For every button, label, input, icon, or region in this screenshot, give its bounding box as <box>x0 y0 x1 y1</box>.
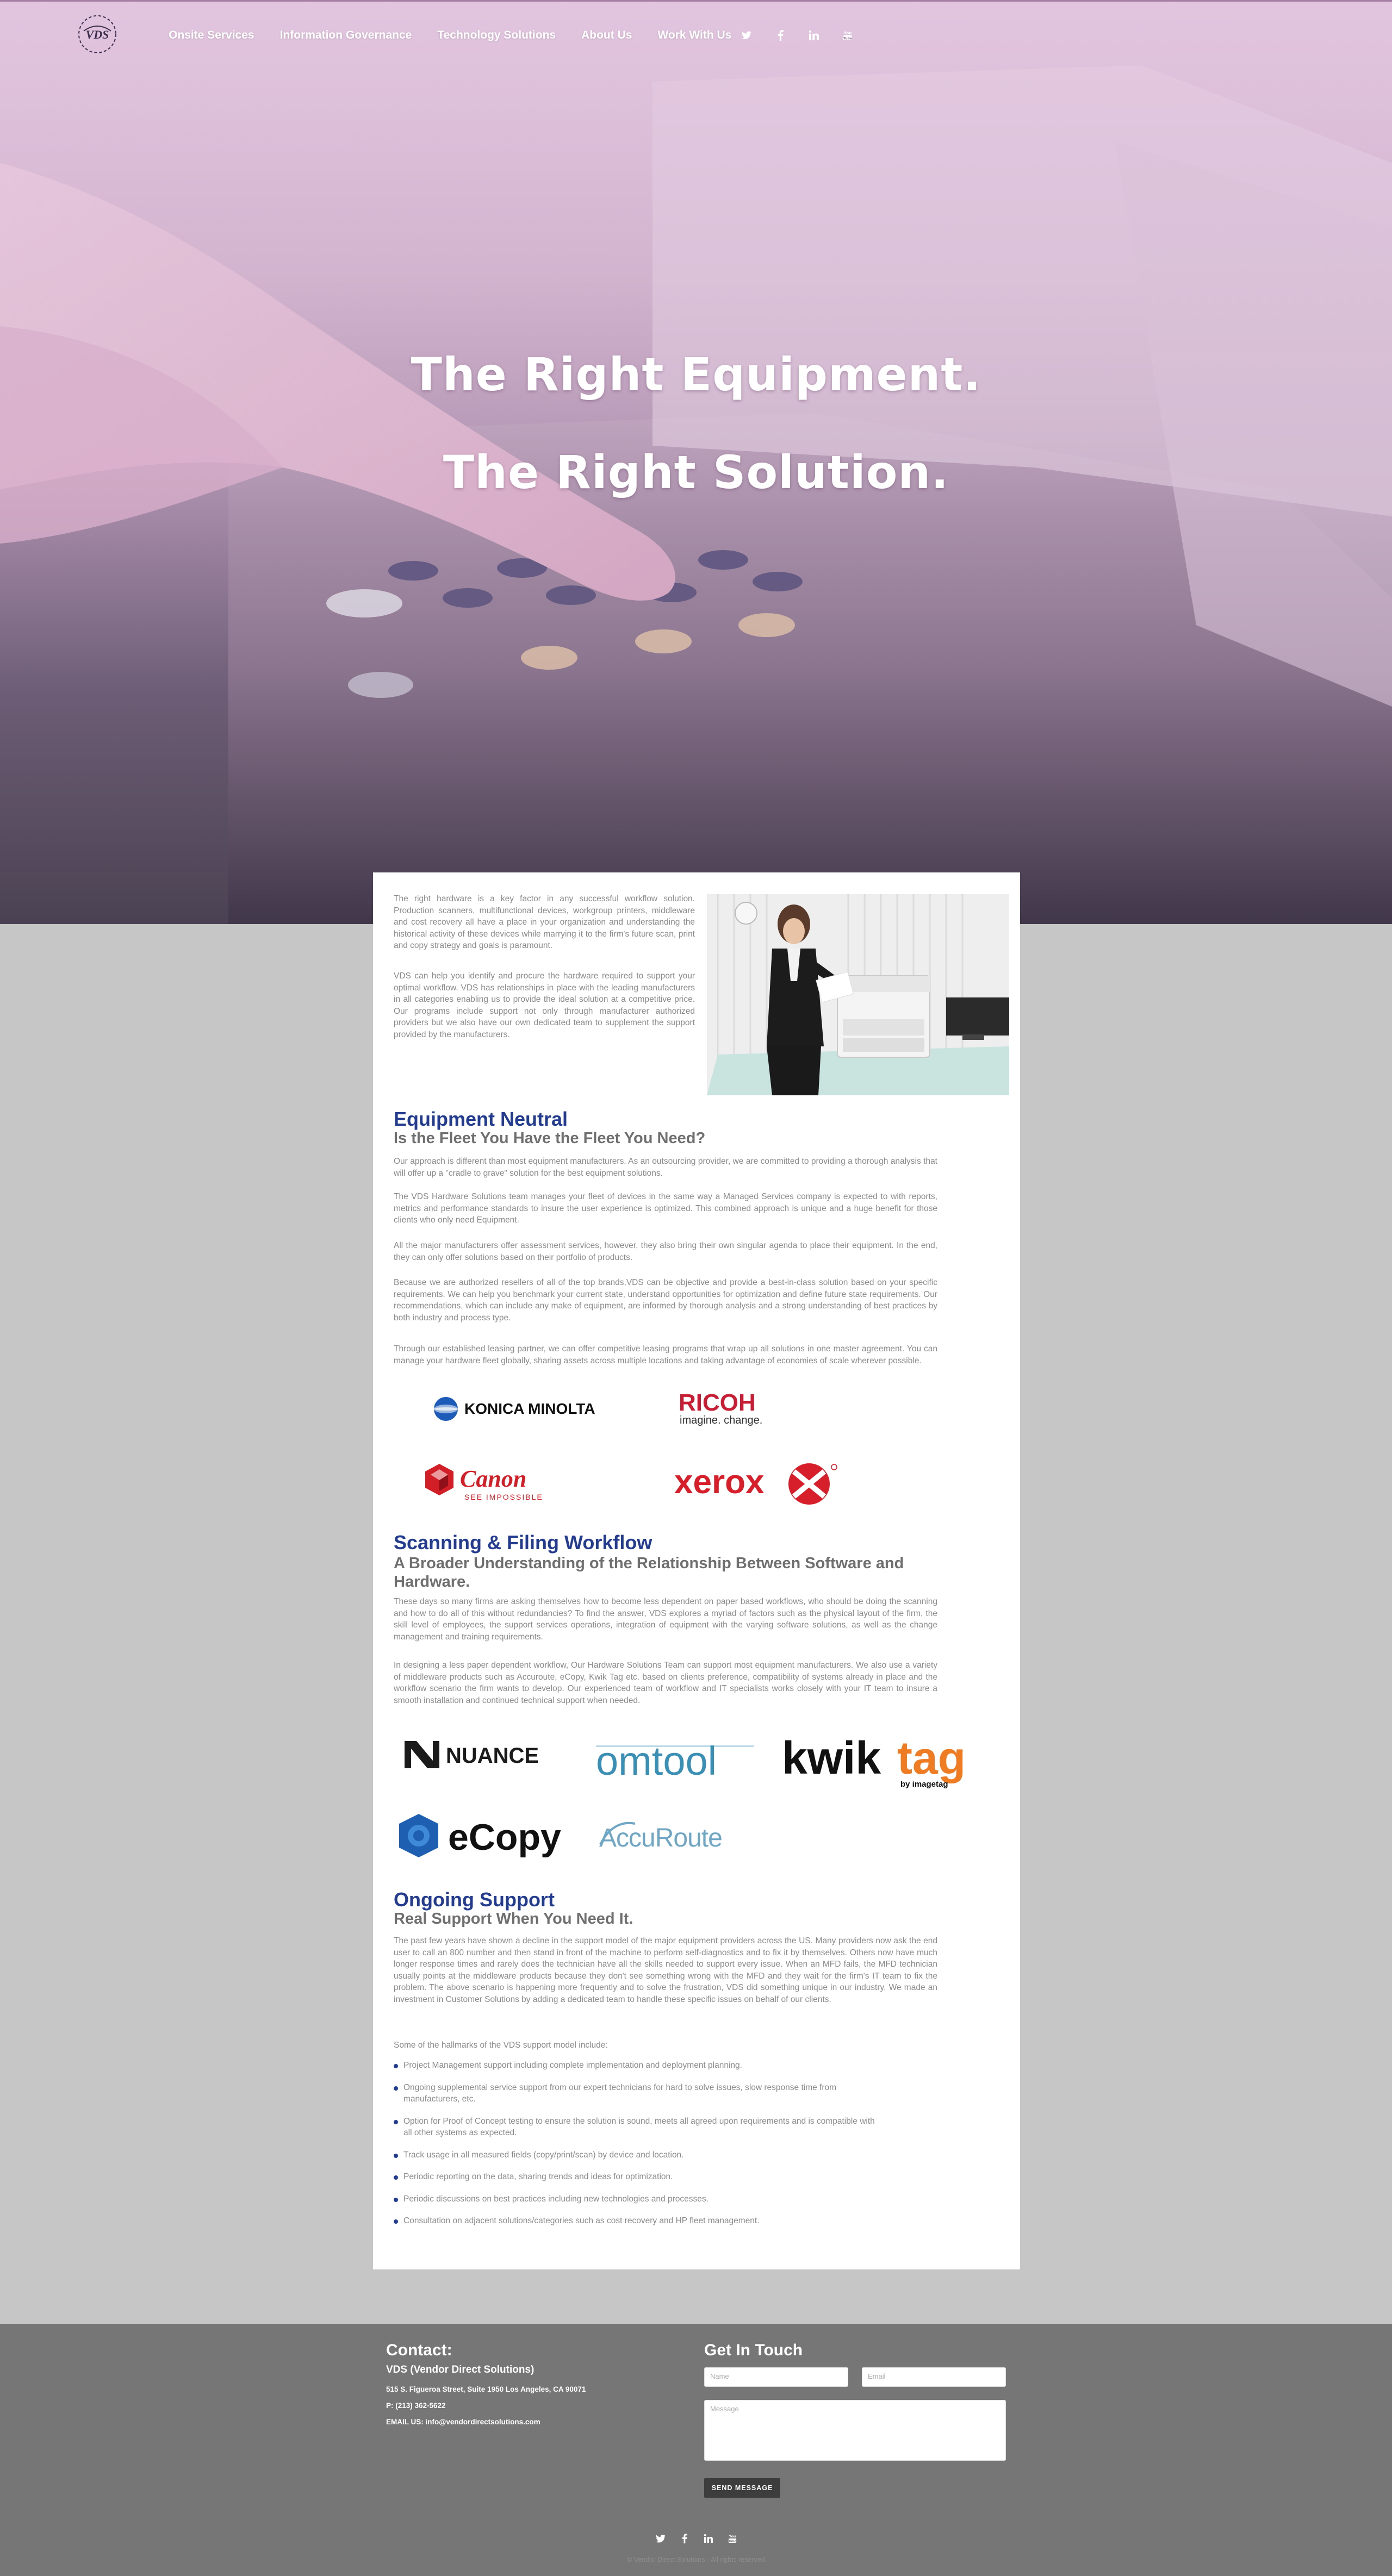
nav-about-us[interactable]: About Us <box>581 29 632 42</box>
nav-information-governance[interactable]: Information Governance <box>280 29 412 42</box>
equipment-paragraph-4: Because we are authorized resellers of a… <box>394 1278 937 1323</box>
company-address: 515 S. Figueroa Street, Suite 1950 Los A… <box>386 2385 586 2393</box>
footer-social-links: You Tube <box>652 2530 748 2547</box>
copyright-text: © Vendor Direct Solutions - All rights r… <box>627 2556 765 2563</box>
list-item: Ongoing supplemental service support fro… <box>394 2082 883 2105</box>
scanning-workflow-subtitle: A Broader Understanding of the Relations… <box>394 1555 904 1590</box>
nav-links: Onsite Services Information Governance T… <box>169 29 757 42</box>
intro-paragraph-1: The right hardware is a key factor in an… <box>394 894 695 950</box>
list-item: Project Management support including com… <box>394 2060 883 2072</box>
intro-paragraph-2: VDS can help you identify and procure th… <box>394 971 695 1039</box>
ongoing-support-title: Ongoing Support <box>394 1888 555 1911</box>
accuroute-text: AccuRoute <box>599 1824 722 1853</box>
scanning-workflow-title: Scanning & Filing Workflow <box>394 1531 652 1554</box>
linkedin-icon[interactable] <box>804 26 824 45</box>
kwiktag-kwik-text: kwik <box>782 1736 881 1783</box>
list-item: Option for Proof of Concept testing to e… <box>394 2116 883 2139</box>
bullet-icon <box>394 2086 398 2091</box>
youtube-icon[interactable]: You Tube <box>838 26 857 45</box>
nuance-text: NUANCE <box>446 1744 539 1768</box>
youtube-icon[interactable]: You Tube <box>724 2530 741 2547</box>
kwiktag-logo: kwik tag by imagetag <box>782 1732 999 1795</box>
content-card: The right hardware is a key factor in an… <box>373 872 1020 2269</box>
bullet-icon <box>394 2064 398 2068</box>
list-item: Periodic reporting on the data, sharing … <box>394 2171 883 2183</box>
equipment-paragraph-1: Our approach is different than most equi… <box>394 1157 937 1178</box>
equipment-neutral-subtitle: Is the Fleet You Have the Fleet You Need… <box>394 1130 706 1147</box>
linkedin-icon[interactable] <box>700 2530 717 2547</box>
ongoing-support-subtitle: Real Support When You Need It. <box>394 1910 633 1928</box>
facebook-icon[interactable] <box>676 2530 693 2547</box>
nav-work-with-us[interactable]: Work With Us <box>657 29 731 42</box>
nav-technology-solutions[interactable]: Technology Solutions <box>437 29 556 42</box>
canon-tagline: SEE IMPOSSIBLE <box>464 1493 543 1501</box>
ricoh-tagline: imagine. change. <box>680 1414 762 1426</box>
get-in-touch-heading: Get In Touch <box>704 2341 803 2359</box>
kwiktag-tag-text: tag <box>897 1736 966 1783</box>
support-intro: Some of the hallmarks of the VDS support… <box>394 2041 608 2050</box>
svg-text:Tube: Tube <box>729 2540 737 2543</box>
name-field[interactable]: Name <box>704 2367 848 2387</box>
ricoh-text: RICOH <box>679 1390 756 1416</box>
email-field[interactable]: Email <box>862 2367 1006 2387</box>
equipment-neutral-title: Equipment Neutral <box>394 1108 568 1130</box>
svg-text:You: You <box>729 2535 736 2538</box>
omtool-text: omtool <box>596 1738 717 1783</box>
nuance-logo: NUANCE <box>401 1736 575 1779</box>
kwiktag-by-text: by imagetag <box>900 1780 948 1789</box>
support-hallmarks-list: Project Management support including com… <box>394 2060 883 2237</box>
nav-onsite-services[interactable]: Onsite Services <box>169 29 254 42</box>
footer: Contact: VDS (Vendor Direct Solutions) 5… <box>0 2324 1392 2576</box>
ricoh-logo: RICOH imagine. change. <box>678 1389 786 1428</box>
xerox-text: xerox <box>674 1463 765 1501</box>
company-phone: P: (213) 362-5622 <box>386 2402 446 2410</box>
canon-logo: Canon SEE IMPOSSIBLE <box>423 1462 559 1505</box>
support-paragraph-1: The past few years have shown a decline … <box>394 1936 937 2004</box>
equipment-paragraph-2: The VDS Hardware Solutions team manages … <box>394 1192 937 1225</box>
list-item: Track usage in all measured fields (copy… <box>394 2149 883 2161</box>
accuroute-logo: AccuRoute <box>597 1817 760 1855</box>
svg-text:Tube: Tube <box>843 37 852 41</box>
company-email[interactable]: EMAIL US: info@vendordirectsolutions.com <box>386 2418 540 2426</box>
message-field[interactable]: Message <box>704 2400 1006 2461</box>
nav-social-links: You Tube <box>737 26 872 45</box>
konica-text: KONICA MINOLTA <box>464 1400 595 1417</box>
hero-title-line2: The Right Solution. <box>443 446 949 499</box>
ecopy-text: eCopy <box>448 1817 561 1858</box>
scanning-paragraph-2: In designing a less paper dependent work… <box>394 1661 937 1705</box>
facebook-icon[interactable] <box>770 26 790 45</box>
equipment-paragraph-5: Through our established leasing partner,… <box>394 1344 937 1365</box>
hero-title-line1: The Right Equipment. <box>411 348 981 401</box>
ecopy-logo: eCopy <box>395 1812 574 1864</box>
bullet-icon <box>394 2175 398 2180</box>
list-item: Periodic discussions on best practices i… <box>394 2193 883 2205</box>
bullet-icon <box>394 2197 398 2202</box>
konica-minolta-logo: KONICA MINOLTA <box>433 1395 612 1423</box>
equipment-paragraph-3: All the major manufacturers offer assess… <box>394 1241 937 1262</box>
vds-logo[interactable]: VDS <box>75 9 120 58</box>
hero-section: The Right Equipment. The Right Solution. <box>0 0 1392 924</box>
top-navigation: VDS Onsite Services Information Governan… <box>0 0 1392 71</box>
bullet-icon <box>394 2119 398 2124</box>
twitter-icon[interactable] <box>652 2530 669 2547</box>
contact-heading: Contact: <box>386 2341 452 2359</box>
company-name: VDS (Vendor Direct Solutions) <box>386 2364 535 2375</box>
canon-text: Canon <box>460 1465 526 1492</box>
twitter-icon[interactable] <box>737 26 756 45</box>
logo-text: VDS <box>86 28 109 41</box>
bullet-icon <box>394 2219 398 2224</box>
list-item: Consultation on adjacent solutions/categ… <box>394 2215 883 2227</box>
bullet-icon <box>394 2153 398 2158</box>
send-message-button[interactable]: SEND MESSAGE <box>704 2478 780 2498</box>
omtool-logo: omtool <box>596 1738 759 1787</box>
scanning-paragraph-1: These days so many firms are asking them… <box>394 1597 937 1642</box>
svg-text:You: You <box>843 31 852 35</box>
xerox-logo: xerox <box>673 1459 847 1508</box>
office-printer-photo <box>707 894 1009 1095</box>
